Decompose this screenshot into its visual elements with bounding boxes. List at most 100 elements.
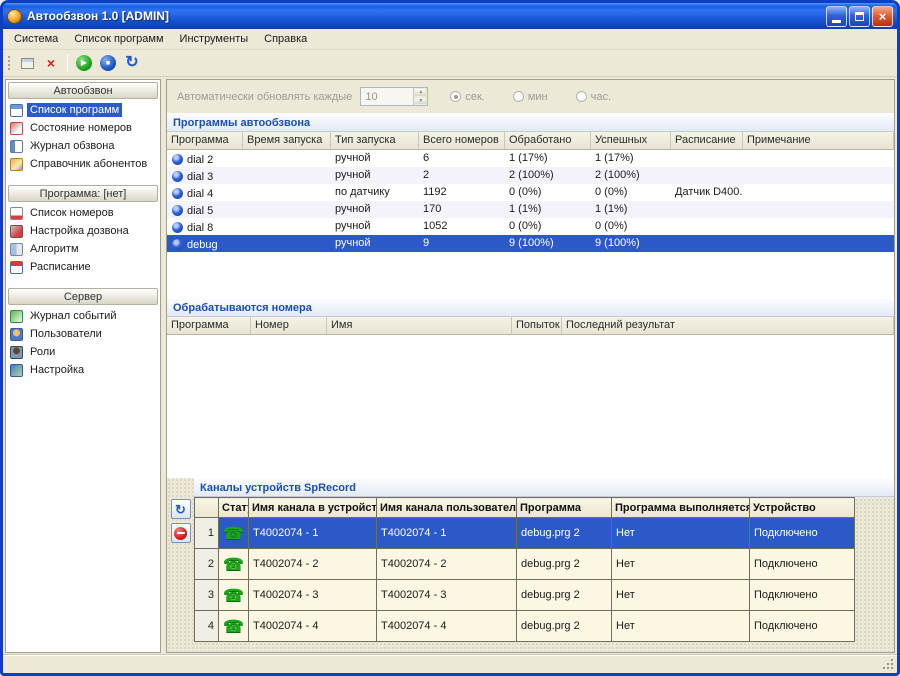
minimize-icon — [832, 20, 841, 23]
maximize-icon — [855, 12, 864, 21]
channel-row[interactable]: 2 ☎ T4002074 - 2 T4002074 - 2 debug.prg … — [195, 549, 855, 580]
toolbar-separator — [67, 54, 68, 72]
minimize-button[interactable] — [826, 6, 847, 27]
radio-hours[interactable]: час. — [576, 91, 611, 103]
table-row[interactable]: dial 2 ручной 6 1 (17%) 1 (17%) — [167, 150, 894, 167]
channels-refresh-button[interactable]: ↻ — [171, 499, 191, 519]
column-header[interactable]: Всего номеров — [419, 132, 505, 149]
refresh-interval-value: 10 — [361, 88, 413, 105]
sidebar-item-roles[interactable]: Роли — [6, 343, 160, 361]
sidebar-item-event-log[interactable]: Журнал событий — [6, 307, 160, 325]
column-header[interactable]: Программа — [167, 132, 243, 149]
sidebar-item-subscriber-directory[interactable]: Справочник абонентов — [6, 155, 160, 173]
column-header — [195, 498, 219, 518]
table-row[interactable]: dial 5 ручной 170 1 (1%) 1 (1%) — [167, 201, 894, 218]
radio-minutes[interactable]: мин — [513, 91, 548, 103]
stop-minus-icon — [174, 527, 187, 540]
column-header[interactable]: Примечание — [743, 132, 894, 149]
program-status-icon — [172, 171, 183, 182]
channels-section: ↻ Каналы устройств SpRecord — [167, 478, 894, 652]
form-icon — [21, 58, 34, 69]
status-bar — [3, 655, 897, 673]
sidebar-gap — [6, 173, 160, 184]
number-list-icon — [10, 207, 23, 220]
channels-header-row: Статус Имя канала в устройстве Имя канал… — [195, 498, 855, 518]
column-header[interactable]: Программа — [517, 498, 612, 518]
sidebar-section-server[interactable]: Сервер — [8, 288, 158, 305]
table-row-selected[interactable]: debug ручной 9 9 (100%) 9 (100%) — [167, 235, 894, 252]
menu-help[interactable]: Справка — [256, 30, 315, 48]
auto-refresh-bar: Автоматически обновлять каждые 10 ▲ ▼ се… — [167, 80, 894, 113]
spinner-arrows: ▲ ▼ — [413, 88, 427, 105]
channels-table: Статус Имя канала в устройстве Имя канал… — [194, 497, 855, 642]
program-status-icon — [172, 154, 183, 165]
table-row[interactable]: dial 3 ручной 2 2 (100%) 2 (100%) — [167, 167, 894, 184]
column-header[interactable]: Время запуска — [243, 132, 331, 149]
menu-program-list[interactable]: Список программ — [66, 30, 171, 48]
column-header[interactable]: Расписание — [671, 132, 743, 149]
algorithm-icon — [10, 243, 23, 256]
auto-refresh-label: Автоматически обновлять каждые — [177, 91, 352, 103]
sidebar-item-schedule[interactable]: Расписание — [6, 258, 160, 276]
column-header[interactable]: Обработано — [505, 132, 591, 149]
sidebar-item-number-list[interactable]: Список номеров — [6, 204, 160, 222]
maximize-button[interactable] — [849, 6, 870, 27]
radio-seconds-dot — [450, 91, 461, 102]
menu-tools[interactable]: Инструменты — [172, 30, 257, 48]
refresh-interval-spinner[interactable]: 10 ▲ ▼ — [360, 87, 428, 106]
toolbar-grip[interactable] — [6, 54, 11, 72]
table-row[interactable]: dial 4 по датчику 1192 0 (0%) 0 (0%) Дат… — [167, 184, 894, 201]
delete-button[interactable]: × — [40, 52, 62, 74]
sidebar-item-program-list[interactable]: Список программ — [6, 101, 160, 119]
dial-settings-icon — [10, 225, 23, 238]
sidebar-section-program[interactable]: Программа: [нет] — [8, 185, 158, 202]
column-header[interactable]: Имя канала пользователя — [377, 498, 517, 518]
sidebar-item-dial-journal[interactable]: Журнал обзвона — [6, 137, 160, 155]
phone-icon: ☎ — [223, 586, 244, 605]
radio-seconds[interactable]: сек. — [450, 91, 485, 103]
program-status-icon — [172, 205, 183, 216]
channels-stop-button[interactable] — [171, 523, 191, 543]
column-header[interactable]: Статус — [219, 498, 249, 518]
column-header[interactable]: Попыток — [512, 317, 562, 334]
sidebar-item-dial-settings[interactable]: Настройка дозвона — [6, 222, 160, 240]
close-button[interactable]: × — [872, 6, 893, 27]
column-header[interactable]: Тип запуска — [331, 132, 419, 149]
column-header[interactable]: Имя — [327, 317, 512, 334]
column-header[interactable]: Устройство — [750, 498, 855, 518]
stop-button[interactable]: ■ — [97, 52, 119, 74]
programs-table-body: dial 2 ручной 6 1 (17%) 1 (17%) dial 3 р… — [167, 150, 894, 252]
channel-row[interactable]: 4 ☎ T4002074 - 4 T4002074 - 4 debug.prg … — [195, 611, 855, 642]
program-list-icon — [10, 104, 23, 117]
spinner-up-icon[interactable]: ▲ — [414, 88, 427, 97]
radio-minutes-dot — [513, 91, 524, 102]
start-button[interactable]: ▶ — [73, 52, 95, 74]
refresh-button[interactable]: ↻ — [121, 52, 143, 74]
column-header[interactable]: Программа выполняется — [612, 498, 750, 518]
start-icon: ▶ — [76, 55, 92, 71]
channel-row[interactable]: 3 ☎ T4002074 - 3 T4002074 - 3 debug.prg … — [195, 580, 855, 611]
column-header[interactable]: Номер — [251, 317, 327, 334]
phone-icon: ☎ — [223, 617, 244, 636]
table-row[interactable]: dial 8 ручной 1052 0 (0%) 0 (0%) — [167, 218, 894, 235]
resize-grip[interactable] — [891, 667, 893, 669]
column-header[interactable]: Успешных — [591, 132, 671, 149]
settings-gear-icon — [10, 364, 23, 377]
column-header[interactable]: Программа — [167, 317, 251, 334]
sidebar-item-algorithm[interactable]: Алгоритм — [6, 240, 160, 258]
properties-button[interactable] — [16, 52, 38, 74]
column-header[interactable]: Имя канала в устройстве — [249, 498, 377, 518]
delete-icon: × — [47, 56, 55, 70]
column-header[interactable]: Последний результат — [562, 317, 894, 334]
channels-table-area: Каналы устройств SpRecord Статус Имя кан… — [194, 478, 894, 652]
spinner-down-icon[interactable]: ▼ — [414, 97, 427, 106]
sidebar-item-users[interactable]: Пользователи — [6, 325, 160, 343]
channel-row-selected[interactable]: 1 ☎ T4002074 - 1 T4002074 - 1 debug.prg … — [195, 518, 855, 549]
menu-system[interactable]: Система — [6, 30, 66, 48]
refresh-icon: ↻ — [125, 55, 138, 71]
sidebar-item-numbers-state[interactable]: Состояние номеров — [6, 119, 160, 137]
menu-bar: Система Список программ Инструменты Спра… — [3, 29, 897, 50]
sidebar-item-settings[interactable]: Настройка — [6, 361, 160, 379]
processing-table-empty-area — [167, 335, 894, 478]
sidebar-section-autodial[interactable]: Автообзвон — [8, 82, 158, 99]
